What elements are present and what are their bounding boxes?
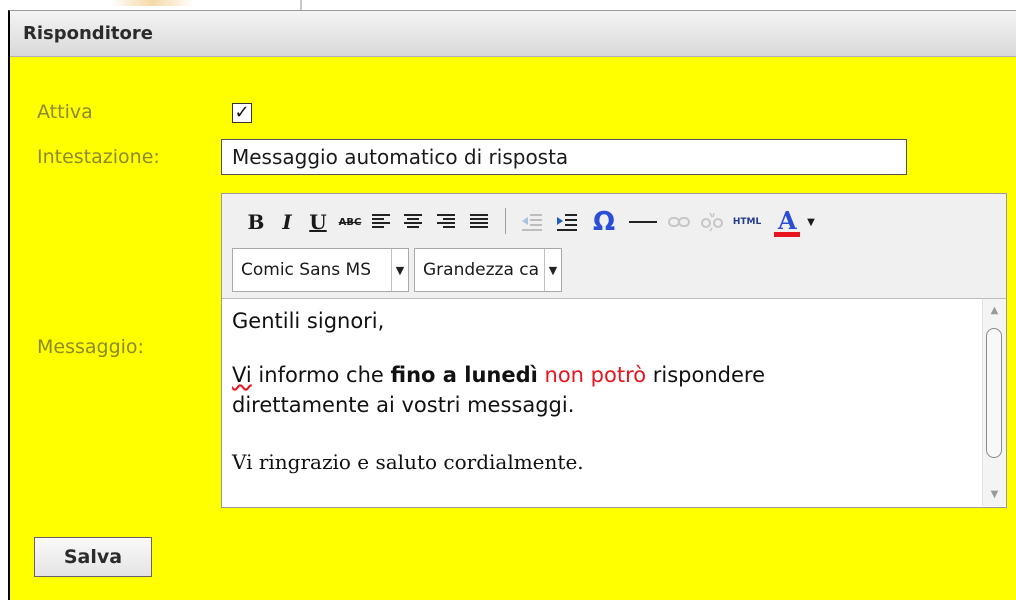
- font-size-value: Grandezza caratteri: [423, 260, 539, 280]
- link-button[interactable]: [666, 204, 692, 240]
- message-text: rispondere: [646, 363, 766, 387]
- align-right-button[interactable]: [433, 204, 459, 240]
- indent-icon: [557, 214, 577, 231]
- italic-icon: I: [282, 210, 292, 234]
- message-paragraph: Gentili signori,: [232, 309, 385, 333]
- link-icon: [668, 217, 690, 227]
- align-left-icon: [372, 214, 390, 228]
- unlink-icon: [701, 212, 723, 232]
- omega-icon: Ω: [592, 207, 616, 237]
- active-label: Attiva: [37, 101, 93, 123]
- html-source-button[interactable]: HTML: [730, 204, 764, 240]
- font-color-button[interactable]: A: [768, 204, 806, 240]
- scroll-down-icon[interactable]: ▼: [983, 485, 1006, 503]
- scroll-thumb[interactable]: [986, 328, 1002, 458]
- outdent-button[interactable]: [518, 204, 546, 240]
- align-justify-icon: [470, 214, 488, 228]
- italic-button[interactable]: I: [275, 204, 299, 240]
- horizontal-rule-button[interactable]: [627, 204, 659, 240]
- autoresponder-panel: Risponditore Attiva ✓ Intestazione: Mess…: [8, 10, 1016, 600]
- message-editor: B I U ABC Ω HTML A ▼ Comic Sans MS ▼ Gra…: [221, 193, 1007, 508]
- top-accent: [110, 0, 195, 6]
- message-label: Messaggio:: [37, 336, 144, 358]
- font-color-letter: A: [778, 206, 797, 235]
- font-family-select[interactable]: Comic Sans MS ▼: [232, 248, 409, 292]
- bold-button[interactable]: B: [244, 204, 268, 240]
- indent-button[interactable]: [553, 204, 581, 240]
- align-center-icon: [404, 214, 422, 228]
- align-justify-button[interactable]: [466, 204, 492, 240]
- underline-button[interactable]: U: [306, 204, 330, 240]
- align-center-button[interactable]: [400, 204, 426, 240]
- subject-input[interactable]: Messaggio automatico di risposta: [221, 139, 907, 175]
- chevron-down-icon: ▼: [391, 249, 408, 291]
- horizontal-rule-icon: [629, 221, 657, 223]
- font-color-dropdown[interactable]: ▼: [805, 204, 817, 240]
- outdent-icon: [522, 214, 542, 231]
- chevron-down-icon: ▼: [807, 216, 815, 228]
- red-text: non potrò: [544, 363, 647, 387]
- top-divider: [300, 0, 302, 10]
- save-button[interactable]: Salva: [34, 537, 152, 577]
- spellcheck-word: Vi: [232, 363, 252, 387]
- unlink-button[interactable]: [699, 204, 725, 240]
- strikethrough-icon: ABC: [338, 216, 362, 228]
- chevron-down-icon: ▼: [544, 249, 561, 291]
- message-paragraph: Vi informo che fino a lunedì non potrò r…: [232, 363, 765, 387]
- font-color-bar: [774, 232, 800, 237]
- top-strip: [0, 0, 1016, 10]
- check-icon: ✓: [234, 102, 250, 123]
- align-left-button[interactable]: [368, 204, 394, 240]
- bold-icon: B: [247, 210, 265, 234]
- bold-text: fino a lunedì: [390, 363, 538, 387]
- message-content[interactable]: Gentili signori, Vi informo che fino a l…: [222, 298, 1006, 507]
- special-char-button[interactable]: Ω: [589, 204, 619, 240]
- panel-title: Risponditore: [23, 23, 153, 44]
- vertical-scrollbar[interactable]: ▲ ▼: [982, 299, 1006, 506]
- font-size-select[interactable]: Grandezza caratteri ▼: [414, 248, 562, 292]
- font-color-icon: A: [774, 206, 800, 238]
- subject-label: Intestazione:: [37, 146, 160, 168]
- message-paragraph: direttamente ai vostri messaggi.: [232, 393, 575, 417]
- font-family-value: Comic Sans MS: [241, 260, 372, 280]
- align-right-icon: [437, 214, 455, 228]
- strikethrough-button[interactable]: ABC: [336, 204, 364, 240]
- panel-header: Risponditore: [10, 11, 1016, 57]
- active-checkbox[interactable]: ✓: [232, 103, 252, 123]
- html-icon: HTML: [732, 217, 762, 227]
- message-paragraph: Vi ringrazio e saluto cordialmente.: [232, 450, 584, 474]
- message-text: informo che: [251, 363, 391, 387]
- scroll-up-icon[interactable]: ▲: [983, 301, 1006, 319]
- underline-icon: U: [309, 210, 327, 234]
- toolbar-separator: [505, 208, 506, 234]
